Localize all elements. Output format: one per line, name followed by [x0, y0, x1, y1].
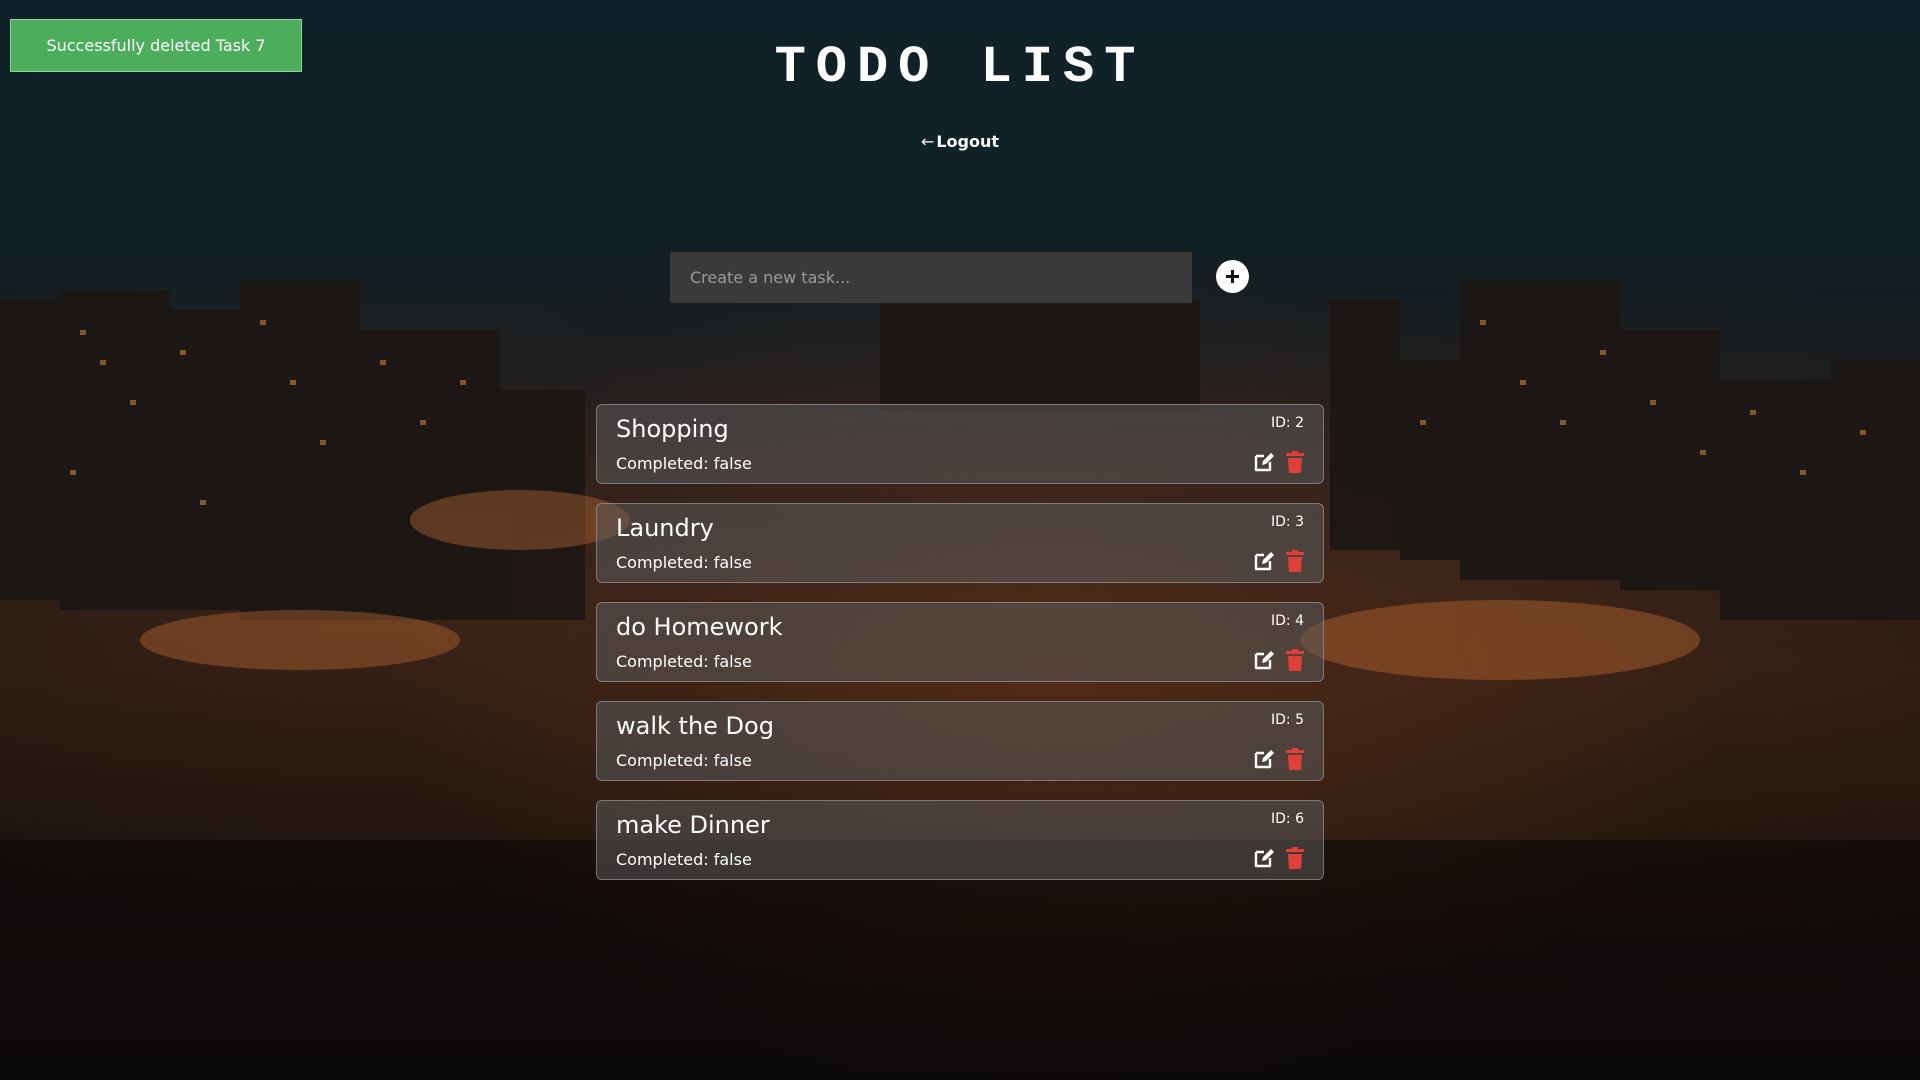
plus-icon — [1226, 270, 1239, 283]
task-id: ID: 4 — [1271, 613, 1304, 629]
edit-icon[interactable] — [1253, 451, 1275, 473]
task-title: make Dinner — [616, 811, 770, 839]
task-status: Completed: false — [616, 553, 752, 572]
trash-icon[interactable] — [1286, 451, 1304, 473]
trash-icon[interactable] — [1286, 550, 1304, 572]
task-title: Shopping — [616, 415, 729, 443]
edit-icon[interactable] — [1253, 550, 1275, 572]
back-arrow-icon: ← — [920, 132, 935, 151]
task-id: ID: 6 — [1271, 811, 1304, 827]
task-status: Completed: false — [616, 850, 752, 869]
task-id: ID: 5 — [1271, 712, 1304, 728]
task-card: make Dinner Completed: false ID: 6 — [596, 800, 1324, 880]
task-card: do Homework Completed: false ID: 4 — [596, 602, 1324, 682]
task-id: ID: 2 — [1271, 415, 1304, 431]
new-task-input[interactable] — [670, 252, 1192, 303]
trash-icon[interactable] — [1286, 649, 1304, 671]
page-title: TODO LIST — [774, 38, 1146, 97]
task-status: Completed: false — [616, 454, 752, 473]
trash-icon[interactable] — [1286, 847, 1304, 869]
task-title: do Homework — [616, 613, 783, 641]
logout-label: Logout — [936, 132, 1000, 151]
logout-link[interactable]: ← Logout — [0, 132, 1920, 151]
edit-icon[interactable] — [1253, 748, 1275, 770]
trash-icon[interactable] — [1286, 748, 1304, 770]
task-title: walk the Dog — [616, 712, 774, 740]
add-task-button[interactable] — [1216, 260, 1249, 293]
task-id: ID: 3 — [1271, 514, 1304, 530]
task-title: Laundry — [616, 514, 714, 542]
task-card: Shopping Completed: false ID: 2 — [596, 404, 1324, 484]
task-card: Laundry Completed: false ID: 3 — [596, 503, 1324, 583]
task-status: Completed: false — [616, 652, 752, 671]
edit-icon[interactable] — [1253, 847, 1275, 869]
task-status: Completed: false — [616, 751, 752, 770]
edit-icon[interactable] — [1253, 649, 1275, 671]
task-card: walk the Dog Completed: false ID: 5 — [596, 701, 1324, 781]
task-list: Shopping Completed: false ID: 2 Laundry … — [596, 404, 1324, 899]
